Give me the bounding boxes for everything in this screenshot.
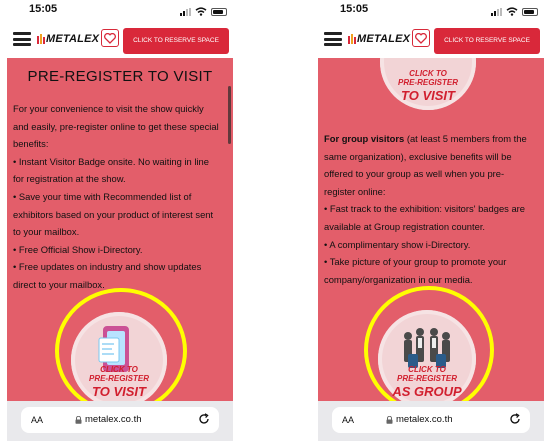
- text-line: • Instant Visitor Badge onsite. No waiti…: [13, 155, 209, 167]
- group-visitors-text: For group visitors (at least 5 members f…: [324, 130, 540, 288]
- battery-icon: [522, 8, 538, 16]
- status-time: 15:05: [29, 3, 58, 15]
- highlight-circle: [55, 288, 187, 401]
- page-content: CLICK TO PRE-REGISTER TO VISIT For group…: [318, 58, 544, 401]
- text-size-button[interactable]: AA: [342, 415, 354, 425]
- logo-mark-icon: [37, 34, 45, 44]
- menu-icon[interactable]: [13, 32, 31, 46]
- logo-text: METALEX: [46, 33, 100, 45]
- text-line: • A complimentary show i-Directory.: [324, 238, 471, 250]
- battery-icon: [211, 8, 227, 16]
- status-bar: 15:05: [318, 0, 544, 24]
- heart-icon: [104, 32, 116, 44]
- metalex-logo[interactable]: METALEX: [348, 33, 410, 45]
- text-line: • Fast track to the exhibition: visitors…: [324, 203, 525, 215]
- reserve-space-button[interactable]: CLICK TO RESERVE SPACE: [123, 28, 229, 54]
- text-line: exhibitors based on your product of inte…: [13, 208, 214, 220]
- browser-address-bar: AA metalex.co.th: [318, 401, 544, 441]
- reload-icon[interactable]: [508, 412, 522, 426]
- site-header: METALEX CLICK TO RESERVE SPACE: [7, 24, 233, 58]
- site-header: METALEX CLICK TO RESERVE SPACE: [318, 24, 544, 58]
- status-time: 15:05: [340, 3, 369, 15]
- text-line: and easily, pre-register online to get t…: [13, 120, 219, 132]
- page-content: PRE-REGISTER TO VISIT For your convenien…: [7, 58, 233, 401]
- left-phone-screen: 15:05 METALEX CLICK TO RESERVE SPACE PRE…: [7, 0, 233, 441]
- text-line: available at Group registration counter.: [324, 220, 486, 232]
- menu-icon[interactable]: [324, 32, 342, 46]
- text-line: For your convenience to visit the show q…: [13, 103, 204, 114]
- badge-line-3: TO VISIT: [401, 88, 455, 103]
- text-line: for registration at the show.: [13, 173, 126, 185]
- text-size-button[interactable]: AA: [31, 415, 43, 425]
- reserve-space-button[interactable]: CLICK TO RESERVE SPACE: [434, 28, 540, 54]
- text-line: to your mailbox.: [13, 226, 80, 238]
- lock-icon: [386, 415, 393, 424]
- text-line: benefits:: [13, 138, 49, 150]
- pre-register-text: For your convenience to visit the show q…: [13, 100, 229, 294]
- text-line: • Free updates on industry and show upda…: [13, 261, 202, 273]
- browser-address-bar: AA metalex.co.th: [7, 401, 233, 441]
- badge-line-2: PRE-REGISTER: [397, 78, 458, 87]
- wifi-icon: [506, 7, 518, 16]
- signal-icon: [491, 8, 502, 16]
- url-field[interactable]: AA metalex.co.th: [332, 407, 530, 433]
- heart-icon: [415, 32, 427, 44]
- group-lead: For group visitors: [324, 133, 405, 144]
- text-line: same organization), exclusive benefits w…: [324, 150, 512, 162]
- favorite-button[interactable]: [412, 29, 430, 47]
- text-line: offered to your group as well when you p…: [324, 168, 505, 180]
- lock-icon: [75, 415, 82, 424]
- right-phone-screen: 15:05 METALEX CLICK TO RESERVE SPACE CLI…: [318, 0, 544, 441]
- wifi-icon: [195, 7, 207, 16]
- metalex-logo[interactable]: METALEX: [37, 33, 99, 45]
- logo-text: METALEX: [357, 33, 411, 45]
- url-text: metalex.co.th: [396, 414, 453, 425]
- text-line: • Free Official Show i-Directory.: [13, 243, 143, 255]
- text-line: • Take picture of your group to promote …: [324, 256, 507, 268]
- text-line: register online:: [324, 185, 386, 197]
- url-field[interactable]: AA metalex.co.th: [21, 407, 219, 433]
- badge-line-1: CLICK TO: [409, 69, 447, 78]
- status-bar: 15:05: [7, 0, 233, 24]
- signal-icon: [180, 8, 191, 16]
- text-line: • Save your time with Recommended list o…: [13, 190, 192, 202]
- text-line: For group visitors (at least 5 members f…: [324, 130, 540, 148]
- favorite-button[interactable]: [101, 29, 119, 47]
- reload-icon[interactable]: [197, 412, 211, 426]
- group-lead-rest: (at least 5 members from the: [404, 133, 527, 144]
- pre-register-visit-badge[interactable]: CLICK TO PRE-REGISTER TO VISIT: [380, 58, 476, 110]
- page-title: PRE-REGISTER TO VISIT: [27, 68, 213, 85]
- logo-mark-icon: [348, 34, 356, 44]
- url-text: metalex.co.th: [85, 414, 142, 425]
- highlight-circle: [364, 286, 494, 401]
